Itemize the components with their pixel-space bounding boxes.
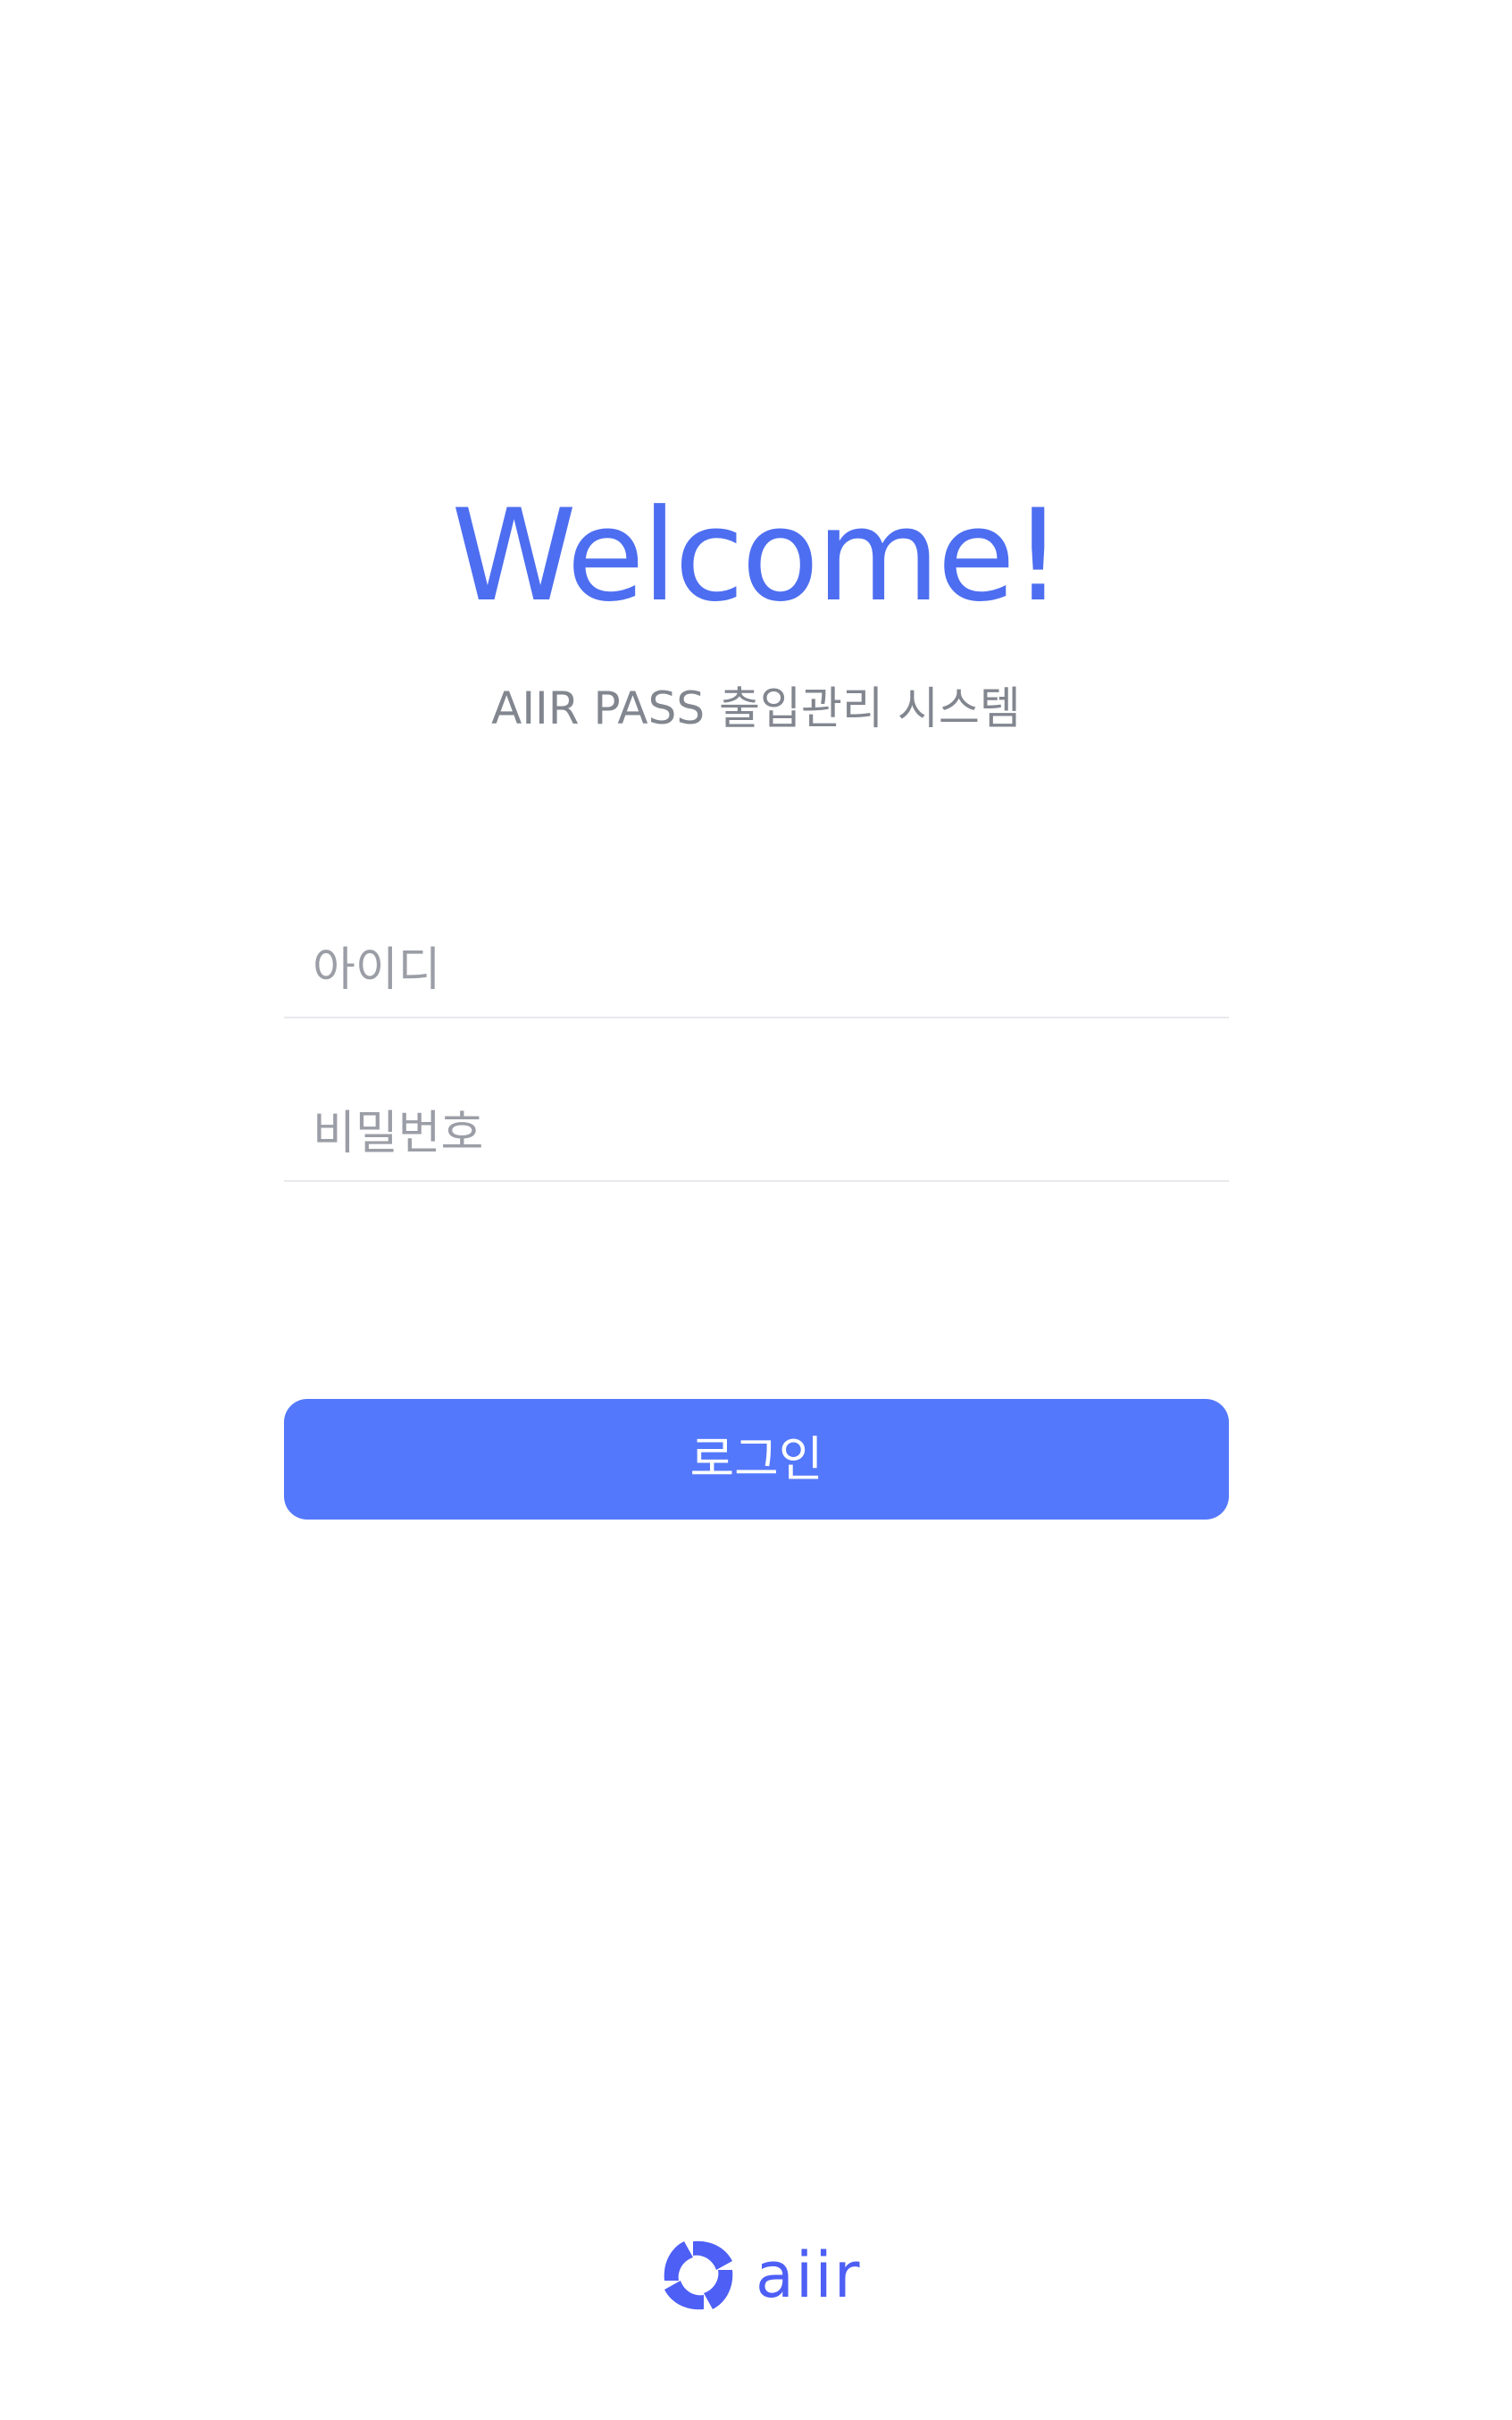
aiir-logo-icon — [664, 2240, 733, 2310]
password-field — [284, 1087, 1229, 1182]
password-input[interactable] — [313, 1087, 1206, 1180]
footer-logo: aiir — [661, 2235, 862, 2315]
id-field — [284, 924, 1229, 1018]
brand-name: aiir — [756, 2239, 862, 2312]
id-input[interactable] — [313, 924, 1206, 1017]
system-subtitle: AIIR PASS 출입관리 시스템 — [491, 682, 1021, 734]
login-button[interactable]: 로그인 — [284, 1399, 1229, 1520]
welcome-title: Welcome! — [451, 482, 1063, 630]
